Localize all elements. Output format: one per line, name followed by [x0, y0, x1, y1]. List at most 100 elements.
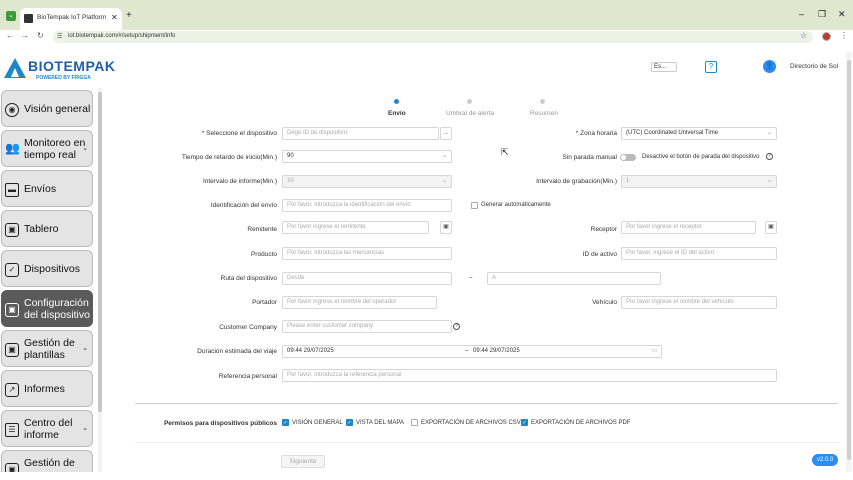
sidebar-item-label: Visión general	[24, 103, 91, 115]
section-divider	[135, 403, 838, 404]
user-name[interactable]: Directorio de Sol	[790, 63, 838, 70]
permission-overview-checkbox[interactable]: ✓	[282, 419, 289, 426]
duration-separator: –	[465, 348, 469, 354]
permission-csv-label: EXPORTACIÓN DE ARCHIVOS CSV	[421, 420, 521, 426]
carrier-label: Portador	[252, 299, 277, 306]
sidebar-scrollbar-thumb[interactable]	[98, 92, 102, 412]
report-icon: ☰	[5, 423, 19, 437]
record-interval-value: 1	[626, 178, 630, 184]
main-scrollbar-thumb[interactable]	[847, 60, 851, 460]
sidebar-item-devices[interactable]: ✓ Dispositivos	[1, 250, 93, 287]
check-icon: ✓	[5, 263, 19, 277]
next-button[interactable]: Siguiente	[281, 455, 325, 468]
sidebar-item-overview[interactable]: ◉ Visión general	[1, 90, 93, 127]
restore-icon[interactable]: ❐	[818, 9, 826, 20]
sidebar-item-management[interactable]: ▣ Gestión de	[1, 450, 93, 472]
permission-map-checkbox[interactable]: ✓	[346, 419, 353, 426]
url-field[interactable]: ☰ iot.biotempak.com/#/setup/shipment/inf…	[53, 31, 813, 43]
permission-pdf-checkbox[interactable]: ✓	[521, 419, 528, 426]
reload-icon[interactable]: ↻	[37, 31, 44, 40]
browser-tab[interactable]: BioTempak IoT Platform ✕	[20, 8, 122, 30]
bookmark-star-icon[interactable]: ☆	[800, 31, 807, 40]
language-select[interactable]: Es...	[651, 62, 677, 72]
vehicle-label: Vehículo	[592, 299, 617, 306]
sidebar-item-label: Monitoreo en tiempo real	[24, 137, 86, 161]
site-info-icon[interactable]: ☰	[57, 33, 62, 40]
duration-range-input[interactable]: 09:44 29/07/2025 – 09:44 29/07/2025 ▭	[282, 345, 662, 358]
browser-menu-icon[interactable]: ⋮	[840, 31, 848, 40]
favicon-icon	[24, 14, 33, 23]
permission-map-label: VISTA DEL MAPA	[356, 420, 404, 426]
permission-overview-label: VISIÓN GENERAL	[292, 420, 343, 426]
delay-value: 90	[287, 153, 294, 159]
step-alert-threshold[interactable]: Umbral de alerta	[446, 110, 494, 117]
mouse-cursor-icon: ⇱	[501, 147, 509, 157]
receiver-input[interactable]: Por favor ingrese el receptor	[621, 221, 756, 234]
step-dot-shipment	[394, 99, 399, 104]
delay-label: Tiempo de retardo de inicio(Min.)	[181, 154, 277, 161]
new-tab-icon[interactable]: +	[126, 10, 132, 21]
calendar-icon: ▭	[651, 348, 657, 354]
sidebar-item-shipments[interactable]: ▬ Envíos	[1, 170, 93, 207]
info-icon[interactable]: ?	[766, 153, 773, 160]
auto-generate-checkbox[interactable]	[471, 202, 478, 209]
chevron-down-icon: ⌄	[82, 425, 88, 432]
reference-input[interactable]: Por favor, introduzca la referencia pers…	[282, 369, 777, 382]
asset-id-input[interactable]: Por favor, ingrese el ID del activo	[621, 247, 777, 260]
vehicle-input[interactable]: Por favor ingrese el nombre del vehículo	[621, 296, 777, 309]
sidebar-item-dashboard[interactable]: ▣ Tablero	[1, 210, 93, 247]
route-to-input[interactable]: A	[487, 272, 661, 285]
receiver-picker-button[interactable]: ▣	[765, 221, 777, 234]
shipment-id-input[interactable]: Por favor, introduzca la identificación …	[282, 199, 452, 212]
brand-name: BIOTEMPAK	[28, 58, 116, 74]
sender-label: Remitente	[247, 226, 277, 233]
customer-input[interactable]: Please enter customer company	[282, 320, 452, 333]
permission-csv-checkbox[interactable]	[411, 419, 418, 426]
device-input[interactable]: Dege ID de dispositivo	[282, 127, 439, 140]
sidebar-item-label: Configuración del dispositivo	[24, 297, 90, 321]
version-badge: v2.0.0	[812, 454, 838, 466]
timezone-value: (UTC) Coordinated Universal Time	[626, 130, 719, 136]
sender-picker-button[interactable]: ▣	[440, 221, 452, 234]
timezone-select[interactable]: (UTC) Coordinated Universal Time ⌄	[621, 127, 777, 140]
forward-icon[interactable]: →	[21, 31, 29, 40]
eye-icon: ◉	[5, 103, 19, 117]
template-icon: ▣	[5, 343, 19, 357]
tab-menu-icon[interactable]: ⌄	[6, 11, 16, 21]
back-icon[interactable]: ←	[6, 31, 14, 40]
sender-input[interactable]: Por favor ingrese el remitente	[282, 221, 429, 234]
device-more-button[interactable]: ...	[440, 127, 452, 140]
settings-icon: ▣	[5, 303, 19, 317]
close-tab-icon[interactable]: ✕	[111, 13, 118, 22]
sidebar: ◉ Visión general 👥 Monitoreo en tiempo r…	[0, 88, 98, 472]
profile-icon[interactable]	[822, 32, 831, 41]
manual-stop-toggle[interactable]	[620, 154, 636, 161]
footer-divider	[135, 442, 838, 443]
duration-label: Duración estimada del viaje	[197, 348, 277, 355]
sidebar-item-device-config[interactable]: ▣ Configuración del dispositivo	[1, 290, 93, 327]
carrier-input[interactable]: Por favor ingrese el nombre del operador	[282, 296, 437, 309]
step-shipment[interactable]: Envío	[388, 110, 406, 117]
step-summary[interactable]: Resumen	[530, 110, 558, 117]
step-dot-summary	[540, 99, 545, 104]
product-input[interactable]: Por favor, introduzca las mercancías	[282, 247, 452, 260]
sidebar-item-reports[interactable]: ↗ Informes	[1, 370, 93, 407]
report-interval-select[interactable]: 10 ⌄	[282, 175, 452, 188]
sidebar-item-monitoring[interactable]: 👥 Monitoreo en tiempo real ⌄	[1, 130, 93, 167]
route-from-input[interactable]: Desde	[282, 272, 452, 285]
delay-select[interactable]: 90 ⌄	[282, 150, 452, 163]
timezone-label: * Zona horaria	[575, 130, 617, 137]
sidebar-item-templates[interactable]: ▣ Gestión de plantillas ⌄	[1, 330, 93, 367]
record-interval-select[interactable]: 1 ⌄	[621, 175, 777, 188]
user-avatar-icon[interactable]: 👤	[763, 60, 776, 73]
minimize-icon[interactable]: –	[799, 9, 804, 19]
help-icon[interactable]: ?	[705, 61, 717, 73]
chevron-down-icon: ⌄	[766, 130, 772, 136]
sidebar-item-report-center[interactable]: ☰ Centro del informe ⌄	[1, 410, 93, 447]
logo-mark-inner	[11, 68, 19, 77]
brand-logo[interactable]: BIOTEMPAK POWERED BY FRIGGA	[4, 56, 116, 86]
sidebar-item-label: Dispositivos	[24, 263, 81, 275]
close-window-icon[interactable]: ✕	[838, 9, 846, 20]
step-dot-alert	[467, 99, 472, 104]
info-icon[interactable]: ?	[453, 323, 460, 330]
